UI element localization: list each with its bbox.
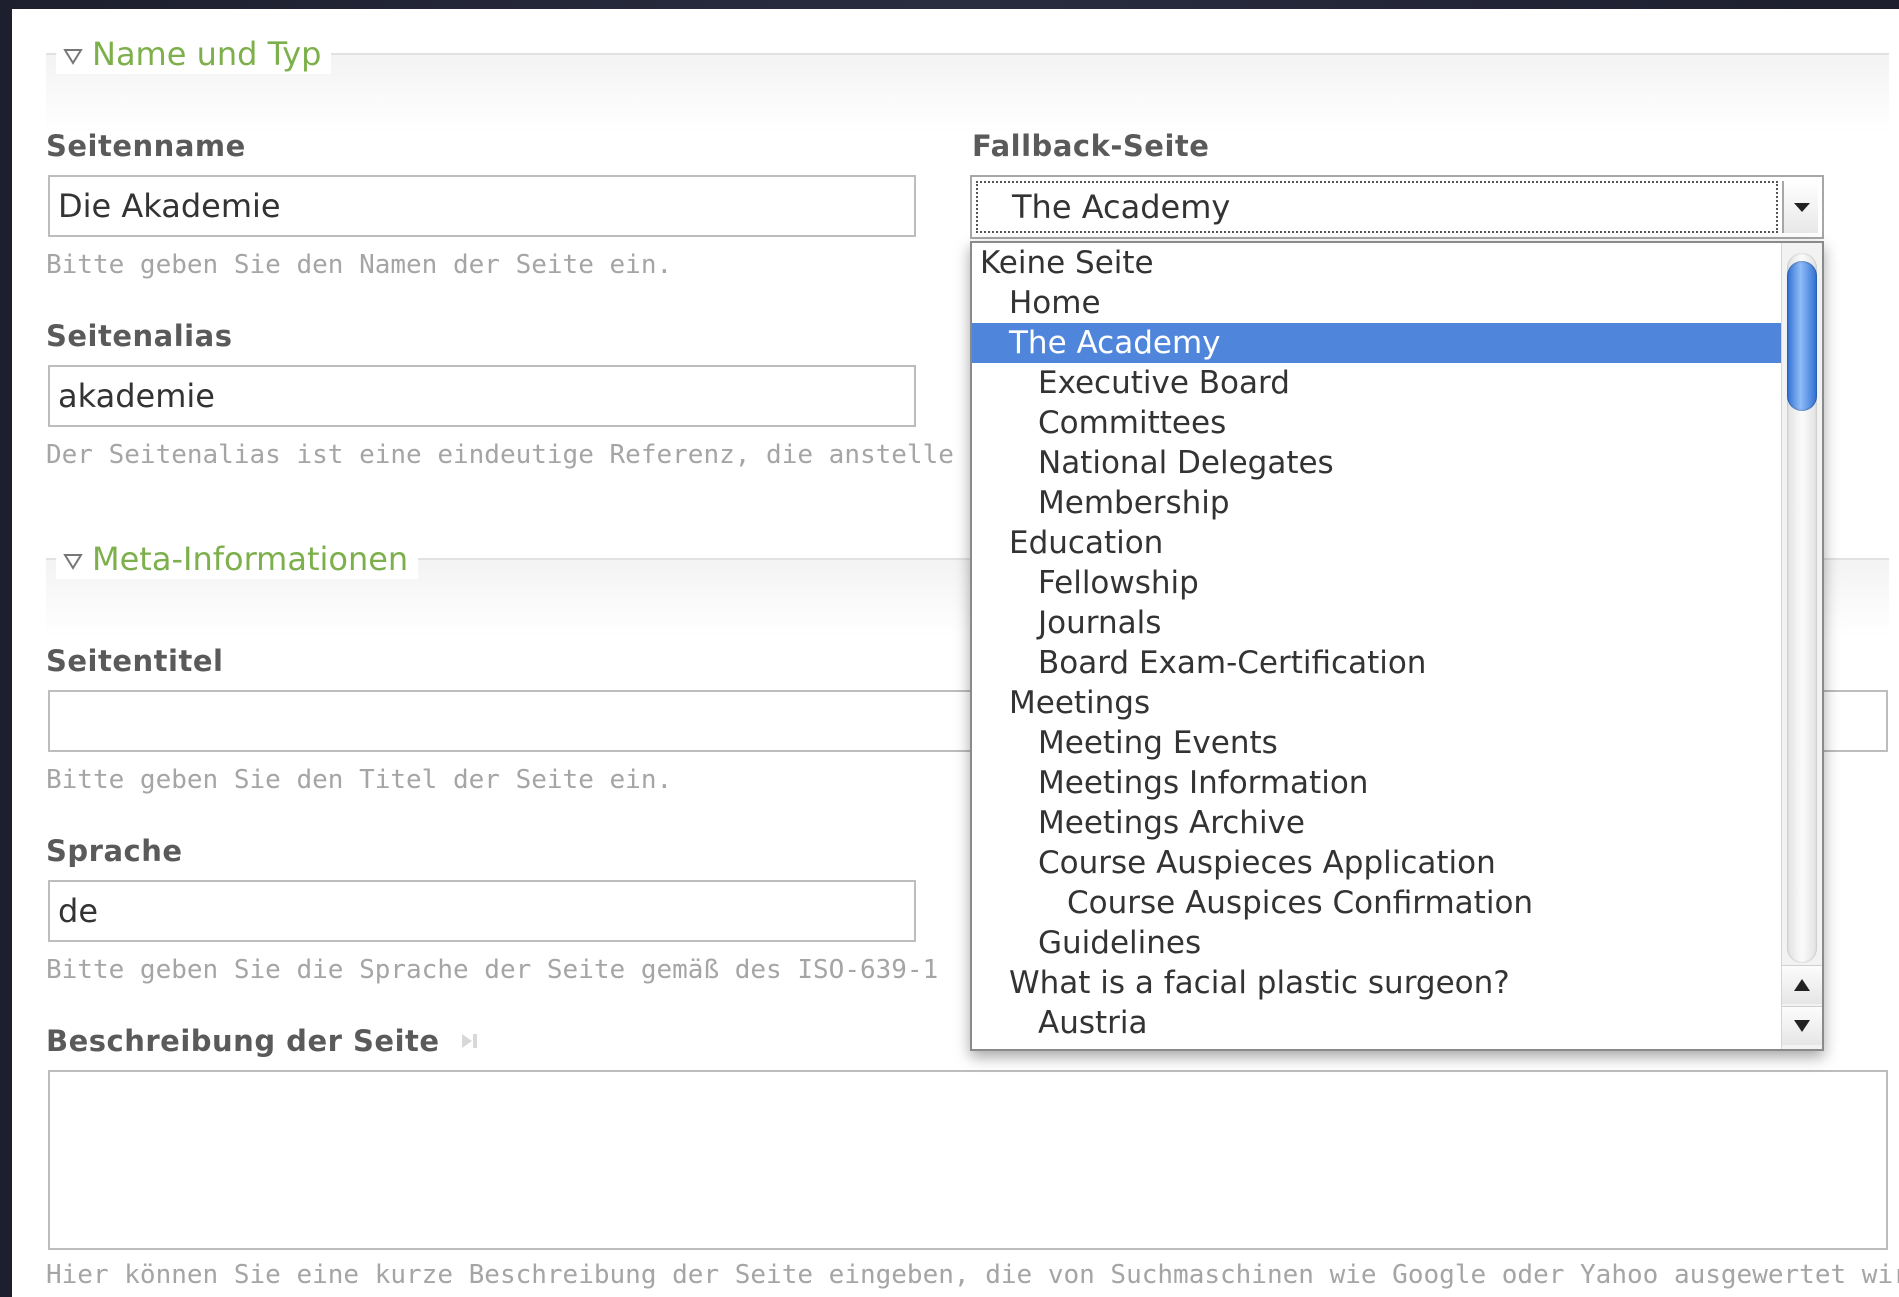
scrollbar-thumb[interactable]: [1787, 261, 1817, 411]
sprache-input[interactable]: de: [48, 880, 916, 942]
dropdown-option[interactable]: Meeting Events: [972, 723, 1782, 763]
dropdown-option[interactable]: Board Exam-Certification: [972, 643, 1782, 683]
seitenalias-hint: Der Seitenalias ist eine eindeutige Refe…: [46, 440, 1017, 470]
collapse-triangle-icon: [63, 49, 83, 65]
seitentitel-hint: Bitte geben Sie den Titel der Seite ein.: [46, 765, 673, 795]
dropdown-option[interactable]: Education: [972, 523, 1782, 563]
seitenname-input[interactable]: Die Akademie: [48, 175, 916, 237]
sprache-hint: Bitte geben Sie die Sprache der Seite ge…: [46, 955, 939, 985]
dropdown-option[interactable]: Journals: [972, 603, 1782, 643]
fallback-seite-selected-value: The Academy: [1012, 188, 1231, 226]
page-content: Name und Typ Seitenname Die Akademie Bit…: [12, 9, 1899, 1297]
dropdown-option[interactable]: National Delegates: [972, 443, 1782, 483]
fallback-seite-select[interactable]: The Academy: [970, 175, 1824, 239]
chevron-down-icon[interactable]: [1782, 181, 1818, 233]
seitenalias-label: Seitenalias: [46, 319, 233, 353]
seitenalias-input[interactable]: akademie: [48, 365, 916, 427]
dropdown-option[interactable]: Austria: [972, 1003, 1782, 1043]
dropdown-option[interactable]: Meetings Archive: [972, 803, 1782, 843]
dropdown-option[interactable]: Executive Board: [972, 363, 1782, 403]
skip-end-icon[interactable]: [458, 1030, 480, 1052]
section-toggle-meta[interactable]: Meta-Informationen: [56, 539, 419, 579]
section-toggle-name-typ[interactable]: Name und Typ: [56, 34, 332, 74]
scroll-up-arrow-icon[interactable]: [1782, 965, 1822, 1004]
dropdown-option[interactable]: Meetings: [972, 683, 1782, 723]
dropdown-option-selected[interactable]: The Academy: [972, 323, 1782, 363]
beschreibung-hint: Hier können Sie eine kurze Beschreibung …: [46, 1260, 1899, 1290]
fallback-seite-dropdown[interactable]: Keine Seite Home The Academy Executive Boar…: [970, 241, 1824, 1051]
section-title-name-typ: Name und Typ: [92, 35, 322, 73]
scroll-down-arrow-icon[interactable]: [1782, 1006, 1822, 1045]
dropdown-option[interactable]: Home: [972, 283, 1782, 323]
dropdown-option[interactable]: Membership: [972, 483, 1782, 523]
dropdown-option[interactable]: Meetings Information: [972, 763, 1782, 803]
seitenname-label: Seitenname: [46, 129, 246, 163]
dropdown-option[interactable]: Course Auspieces Application: [972, 843, 1782, 883]
dropdown-option[interactable]: Course Auspices Confirmation: [972, 883, 1782, 923]
dropdown-option[interactable]: Keine Seite: [972, 243, 1782, 283]
beschreibung-label-text: Beschreibung der Seite: [46, 1024, 440, 1058]
dropdown-option[interactable]: Committees: [972, 403, 1782, 443]
dropdown-option[interactable]: Fellowship: [972, 563, 1782, 603]
fallback-seite-label: Fallback-Seite: [972, 129, 1210, 163]
beschreibung-label: Beschreibung der Seite: [46, 1024, 480, 1058]
beschreibung-textarea[interactable]: [48, 1070, 1888, 1250]
dropdown-scrollbar[interactable]: [1781, 243, 1822, 1049]
dropdown-option[interactable]: What is a facial plastic surgeon?: [972, 963, 1782, 1003]
sprache-label: Sprache: [46, 834, 183, 868]
dropdown-option[interactable]: Guidelines: [972, 923, 1782, 963]
seitenname-hint: Bitte geben Sie den Namen der Seite ein.: [46, 250, 673, 280]
collapse-triangle-icon: [63, 554, 83, 570]
seitentitel-label: Seitentitel: [46, 644, 224, 678]
dropdown-option-list[interactable]: Keine Seite Home The Academy Executive Boar…: [972, 243, 1782, 1049]
section-title-meta: Meta-Informationen: [92, 540, 409, 578]
